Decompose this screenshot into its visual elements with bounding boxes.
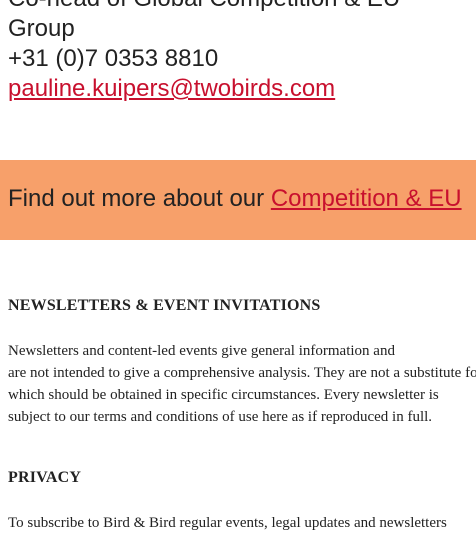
contact-phone: +31 (0)7 0353 8810	[8, 45, 219, 72]
banner-text: Find out more about our Competition & EU	[8, 184, 462, 214]
privacy-line: To subscribe to Bird & Bird regular even…	[8, 515, 447, 531]
newsletters-paragraph: Newsletters and content-led events give …	[8, 340, 476, 428]
privacy-heading: PRIVACY	[8, 469, 82, 486]
newsletters-heading: NEWSLETTERS & EVENT INVITATIONS	[8, 297, 321, 314]
contact-role-line-1: Co-head of Global Competition & EU	[8, 0, 400, 14]
find-out-more-banner: Find out more about our Competition & EU	[0, 160, 476, 240]
privacy-paragraph: To subscribe to Bird & Bird regular even…	[8, 512, 447, 534]
newsletters-line: Newsletters and content-led events give …	[8, 343, 395, 359]
banner-prefix: Find out more about our	[8, 185, 271, 212]
contact-block: Co-head of Global Competition & EU Group…	[8, 0, 400, 104]
newsletters-line: which should be obtained in specific cir…	[8, 387, 439, 403]
contact-email-wrap: pauline.kuipers@twobirds.com	[8, 74, 400, 104]
newsletters-line: subject to our terms and conditions of u…	[8, 409, 433, 425]
contact-email-link[interactable]: pauline.kuipers@twobirds.com	[8, 75, 335, 102]
contact-role-line-2: Group	[8, 15, 75, 42]
newsletters-line: are not intended to give a comprehensive…	[8, 365, 476, 381]
competition-eu-link[interactable]: Competition & EU	[271, 185, 462, 212]
email-page: Co-head of Global Competition & EU Group…	[0, 0, 476, 548]
